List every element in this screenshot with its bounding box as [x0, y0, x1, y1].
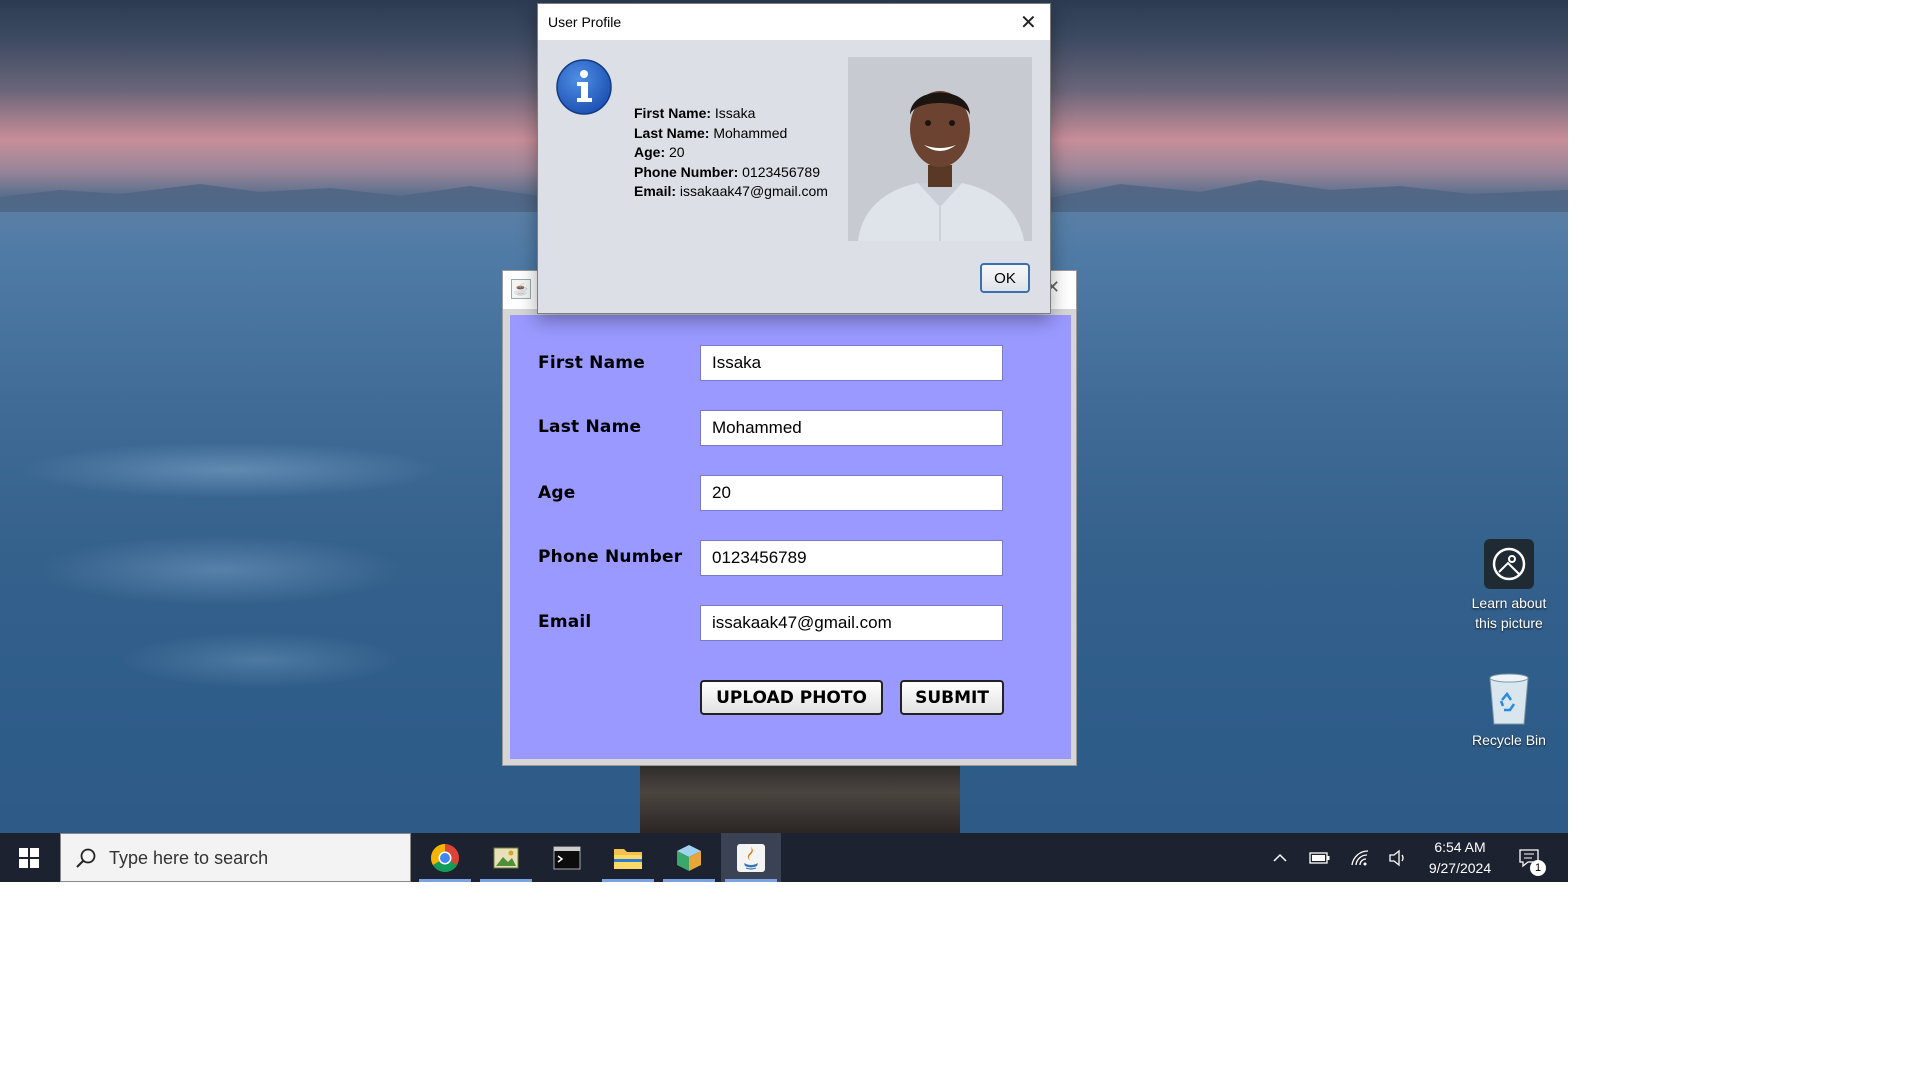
learn-about-picture-shortcut[interactable]: Learn about this picture — [1461, 539, 1557, 633]
clock-date: 9/27/2024 — [1428, 860, 1492, 876]
chevron-up-icon — [1273, 853, 1287, 862]
profile-phone-label: Phone Number: — [634, 163, 739, 180]
taskbar-image-editor[interactable] — [476, 833, 536, 882]
file-explorer-icon — [614, 848, 642, 869]
profile-details: First Name: Issaka Last Name: Mohammed A… — [634, 104, 828, 202]
cube-app-icon — [677, 844, 701, 871]
recycle-bin-label: Recycle Bin — [1472, 732, 1546, 748]
user-form-window: ☕ ✕ First Name Issaka Last Name Mohammed… — [502, 270, 1077, 766]
clock-time: 6:54 AM — [1434, 839, 1486, 855]
user-profile-dialog: User Profile ✕ First Name: Issaka Last N… — [537, 3, 1051, 314]
dialog-title: User Profile — [548, 14, 622, 30]
chrome-icon — [431, 843, 459, 872]
tray-network[interactable] — [1346, 833, 1374, 882]
recycle-bin-shortcut[interactable]: Recycle Bin — [1461, 670, 1557, 750]
age-input[interactable]: 20 — [700, 475, 1003, 511]
shortcut-label-line1: Learn about — [1471, 595, 1547, 611]
taskbar-java[interactable] — [721, 833, 781, 882]
tray-volume[interactable] — [1384, 833, 1412, 882]
camera-circle-icon — [1484, 539, 1534, 589]
profile-phone-value: 0123456789 — [742, 163, 820, 180]
last-name-label: Last Name — [538, 417, 642, 437]
profile-age-label: Age: — [634, 144, 666, 161]
phone-number-label: Phone Number — [538, 547, 683, 567]
search-icon — [76, 848, 96, 868]
profile-first-name-label: First Name: — [634, 105, 712, 121]
email-label: Email — [538, 612, 592, 632]
profile-age-value: 20 — [669, 144, 685, 161]
image-editor-icon — [493, 847, 519, 868]
taskbar-terminal[interactable] — [537, 833, 597, 882]
profile-first-name-row: First Name: Issaka — [634, 104, 828, 124]
wifi-icon — [1351, 849, 1369, 865]
upload-photo-button[interactable]: UPLOAD PHOTO — [700, 680, 883, 715]
java-icon — [737, 843, 765, 872]
notification-count-badge: 1 — [1530, 860, 1546, 876]
profile-last-name-row: Last Name: Mohammed — [634, 124, 828, 144]
battery-icon — [1309, 851, 1330, 864]
profile-phone-row: Phone Number: 0123456789 — [634, 163, 828, 183]
profile-age-row: Age: 20 — [634, 143, 828, 163]
tray-overflow-button[interactable] — [1268, 833, 1292, 882]
age-label: Age — [538, 483, 576, 503]
shortcut-label-line2: this picture — [1475, 615, 1543, 631]
taskbar-file-explorer[interactable] — [598, 833, 658, 882]
ok-button[interactable]: OK — [980, 263, 1030, 293]
profile-last-name-value: Mohammed — [713, 124, 788, 141]
start-button[interactable] — [0, 833, 58, 882]
java-app-icon: ☕ — [511, 279, 531, 299]
profile-first-name-value: Issaka — [714, 105, 756, 121]
submit-button[interactable]: SUBMIT — [900, 680, 1004, 715]
tray-battery[interactable] — [1306, 833, 1334, 882]
last-name-input[interactable]: Mohammed — [700, 410, 1003, 446]
recycle-bin-icon — [1484, 670, 1534, 726]
info-icon — [556, 59, 612, 115]
windows-logo-icon — [19, 847, 39, 868]
profile-email-label: Email: — [634, 183, 677, 200]
profile-email-row: Email: issakaak47@gmail.com — [634, 182, 828, 202]
search-placeholder: Type here to search — [109, 848, 269, 868]
taskbar-chrome[interactable] — [415, 833, 475, 882]
taskbar-clock[interactable]: 6:54 AM 9/27/2024 — [1420, 837, 1500, 879]
profile-email-value: issakaak47@gmail.com — [679, 183, 828, 200]
pier-image — [640, 765, 960, 833]
form-panel: First Name Issaka Last Name Mohammed Age… — [510, 315, 1071, 759]
dialog-titlebar[interactable]: User Profile ✕ — [538, 4, 1050, 40]
taskbar-cube-app[interactable] — [659, 833, 719, 882]
profile-photo — [848, 57, 1032, 241]
profile-last-name-label: Last Name: — [634, 124, 710, 141]
first-name-input[interactable]: Issaka — [700, 345, 1003, 381]
volume-icon — [1389, 849, 1404, 866]
dialog-close-icon[interactable]: ✕ — [1020, 10, 1037, 35]
phone-number-input[interactable]: 0123456789 — [700, 540, 1003, 576]
terminal-icon — [553, 846, 581, 869]
email-input[interactable]: issakaak47@gmail.com — [700, 605, 1003, 641]
taskbar-search-box[interactable]: Type here to search — [60, 833, 411, 882]
taskbar: Type here to search 6:54 AM 9/27/2024 1 — [0, 833, 1568, 882]
first-name-label: First Name — [538, 353, 645, 373]
